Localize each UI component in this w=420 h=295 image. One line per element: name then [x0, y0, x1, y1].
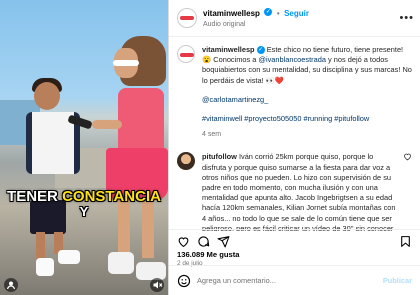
verified-badge-icon: ✓ — [256, 46, 265, 55]
add-comment-input[interactable]: Agrega un comentario... — [197, 276, 383, 285]
woman-shoe — [108, 252, 134, 274]
mention-link[interactable]: @carlotamartinezg_ — [202, 95, 412, 105]
author-avatar[interactable] — [177, 8, 197, 28]
caption-word: TENER — [7, 188, 58, 205]
post-details-panel: vitaminwellesp ✓ • Seguir Audio original… — [168, 0, 420, 295]
likes-count[interactable]: 136.089 Me gusta — [177, 250, 412, 259]
caption-username[interactable]: vitaminwellesp — [202, 45, 255, 54]
post-age: 4 sem — [202, 131, 222, 139]
caption-author-avatar[interactable] — [177, 45, 195, 63]
woman-arm — [92, 120, 122, 129]
heart-icon[interactable] — [177, 235, 190, 248]
mention-link[interactable]: @ivanblancoestrada — [258, 55, 326, 64]
caption-comment: vitaminwellesp ✓ Este chico no tiene fut… — [177, 45, 412, 140]
kid-head — [34, 82, 60, 110]
comment-icon[interactable] — [197, 235, 210, 248]
kid-shoe — [58, 250, 80, 264]
more-options-icon[interactable]: ••• — [399, 12, 414, 24]
tag-people-icon[interactable] — [4, 278, 18, 292]
post-video[interactable]: TENER CONSTANCIA Y — [0, 0, 168, 295]
caption-body: vitaminwellesp ✓ Este chico no tiene fut… — [202, 45, 412, 140]
action-icons — [177, 234, 412, 248]
comment-item: pitufollow Iván corrió 25km porque quiso… — [177, 152, 412, 231]
verified-badge-icon: ✓ — [264, 7, 273, 16]
caption-word: Y — [79, 204, 89, 219]
separator-dot: • — [276, 9, 280, 18]
author-info: vitaminwellesp ✓ • Seguir Audio original — [203, 6, 399, 30]
commenter-avatar[interactable] — [177, 152, 195, 171]
add-comment-bar: Agrega un comentario... Publicar — [169, 265, 420, 295]
comment-text: Iván corrió 25km porque quiso, porque lo… — [202, 152, 396, 231]
publish-button[interactable]: Publicar — [383, 276, 412, 285]
video-caption-line-1: TENER CONSTANCIA — [0, 188, 168, 205]
woman-sunglasses — [113, 60, 139, 66]
share-icon[interactable] — [217, 235, 230, 248]
bookmark-icon[interactable] — [399, 235, 412, 248]
video-caption-line-2: Y — [0, 204, 168, 219]
audio-label[interactable]: Audio original — [203, 19, 399, 30]
kid-shoe — [36, 258, 54, 276]
kid-leg — [36, 232, 45, 260]
caption-word-highlight: CONSTANCIA — [62, 188, 161, 205]
author-username[interactable]: vitaminwellesp — [203, 9, 260, 18]
woman-top — [118, 88, 164, 150]
instagram-post-modal: TENER CONSTANCIA Y vitaminwellesp ✓ • Se… — [0, 0, 420, 295]
post-header: vitaminwellesp ✓ • Seguir Audio original… — [169, 0, 420, 37]
post-actions: 136.089 Me gusta 2 de julio — [169, 229, 420, 267]
follow-button[interactable]: Seguir — [284, 9, 309, 18]
comment-username[interactable]: pitufollow — [202, 152, 237, 161]
emoji-icon[interactable] — [177, 274, 191, 288]
hashtags[interactable]: #vitaminwell #proyecto505050 #running #p… — [202, 114, 412, 124]
comments-scroll-area[interactable]: vitaminwellesp ✓ Este chico no tiene fut… — [169, 37, 420, 231]
comment-like-icon[interactable] — [403, 152, 412, 231]
comment-body: pitufollow Iván corrió 25km porque quiso… — [202, 152, 399, 231]
mute-icon[interactable] — [150, 278, 164, 292]
